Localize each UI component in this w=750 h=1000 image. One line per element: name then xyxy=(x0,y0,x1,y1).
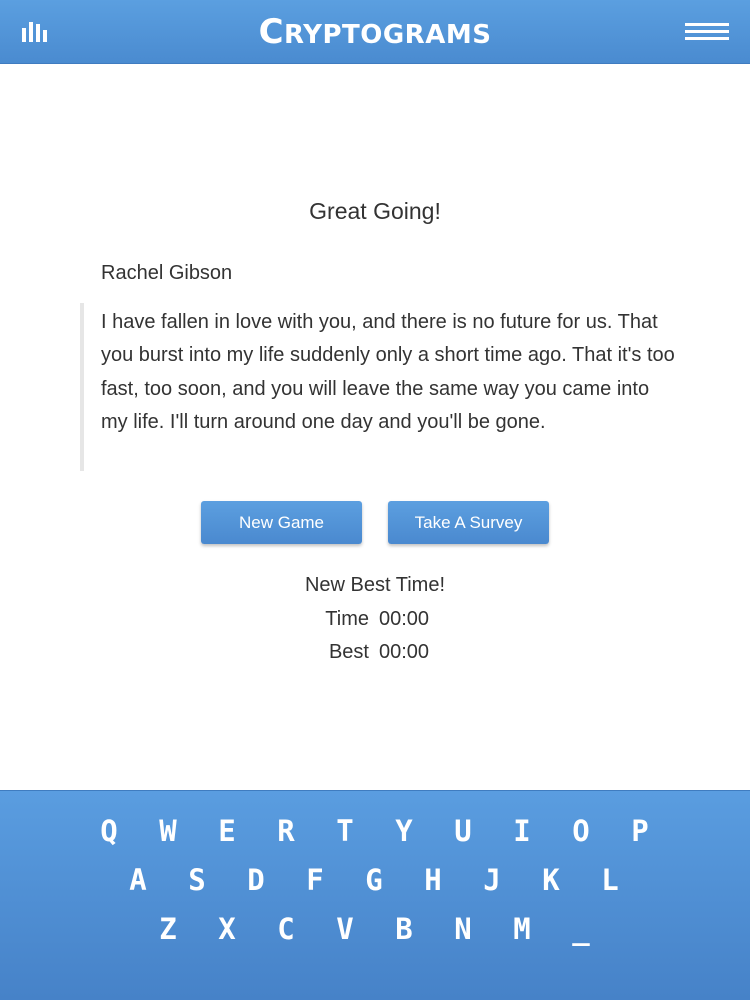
result-heading: Great Going! xyxy=(309,198,441,224)
key-w[interactable]: W xyxy=(148,811,188,851)
key-e[interactable]: E xyxy=(207,811,247,851)
quote-text: I have fallen in love with you, and ther… xyxy=(101,311,675,434)
key-m[interactable]: M xyxy=(502,909,542,949)
menu-button[interactable] xyxy=(682,20,732,46)
key-i[interactable]: I xyxy=(502,811,542,851)
key-k[interactable]: K xyxy=(531,860,571,900)
key-t[interactable]: T xyxy=(325,811,365,851)
key-d[interactable]: D xyxy=(236,860,276,900)
take-survey-button[interactable]: Take A Survey xyxy=(388,501,549,544)
key-v[interactable]: V xyxy=(325,909,365,949)
key-z[interactable]: Z xyxy=(148,909,188,949)
key-q[interactable]: Q xyxy=(89,811,129,851)
key-n[interactable]: N xyxy=(443,909,483,949)
key-y[interactable]: Y xyxy=(384,811,424,851)
app-title: CRYPTOGRAMS xyxy=(0,0,750,64)
hamburger-menu-icon xyxy=(685,23,729,40)
key-o[interactable]: O xyxy=(561,811,601,851)
key-c[interactable]: C xyxy=(266,909,306,949)
key-r[interactable]: R xyxy=(266,811,306,851)
app-title-rest: RYPTOGRAMS xyxy=(284,20,492,50)
key-blank[interactable]: _ xyxy=(561,909,601,949)
time-label: Time xyxy=(325,608,369,630)
key-h[interactable]: H xyxy=(413,860,453,900)
key-p[interactable]: P xyxy=(620,811,660,851)
app-header: CRYPTOGRAMS xyxy=(0,0,750,64)
time-value: 00:00 xyxy=(379,608,430,630)
best-label: Best xyxy=(328,641,369,663)
key-j[interactable]: J xyxy=(472,860,512,900)
new-game-button[interactable]: New Game xyxy=(201,501,362,544)
key-b[interactable]: B xyxy=(384,909,424,949)
key-u[interactable]: U xyxy=(443,811,483,851)
key-a[interactable]: A xyxy=(118,860,158,900)
key-x[interactable]: X xyxy=(207,909,247,949)
best-value: 00:00 xyxy=(379,641,430,663)
key-g[interactable]: G xyxy=(354,860,394,900)
key-f[interactable]: F xyxy=(295,860,335,900)
letter-keyboard: Q W E R T Y U I O P A S D F G H J K L Z X C V B N M _ xyxy=(0,790,750,1000)
quote-block: I have fallen in love with you, and ther… xyxy=(80,303,680,471)
best-time-message: New Best Time! xyxy=(304,574,446,596)
app-title-initial: C xyxy=(258,12,285,52)
quote-author: Rachel Gibson xyxy=(101,262,233,284)
key-s[interactable]: S xyxy=(177,860,217,900)
key-l[interactable]: L xyxy=(590,860,630,900)
